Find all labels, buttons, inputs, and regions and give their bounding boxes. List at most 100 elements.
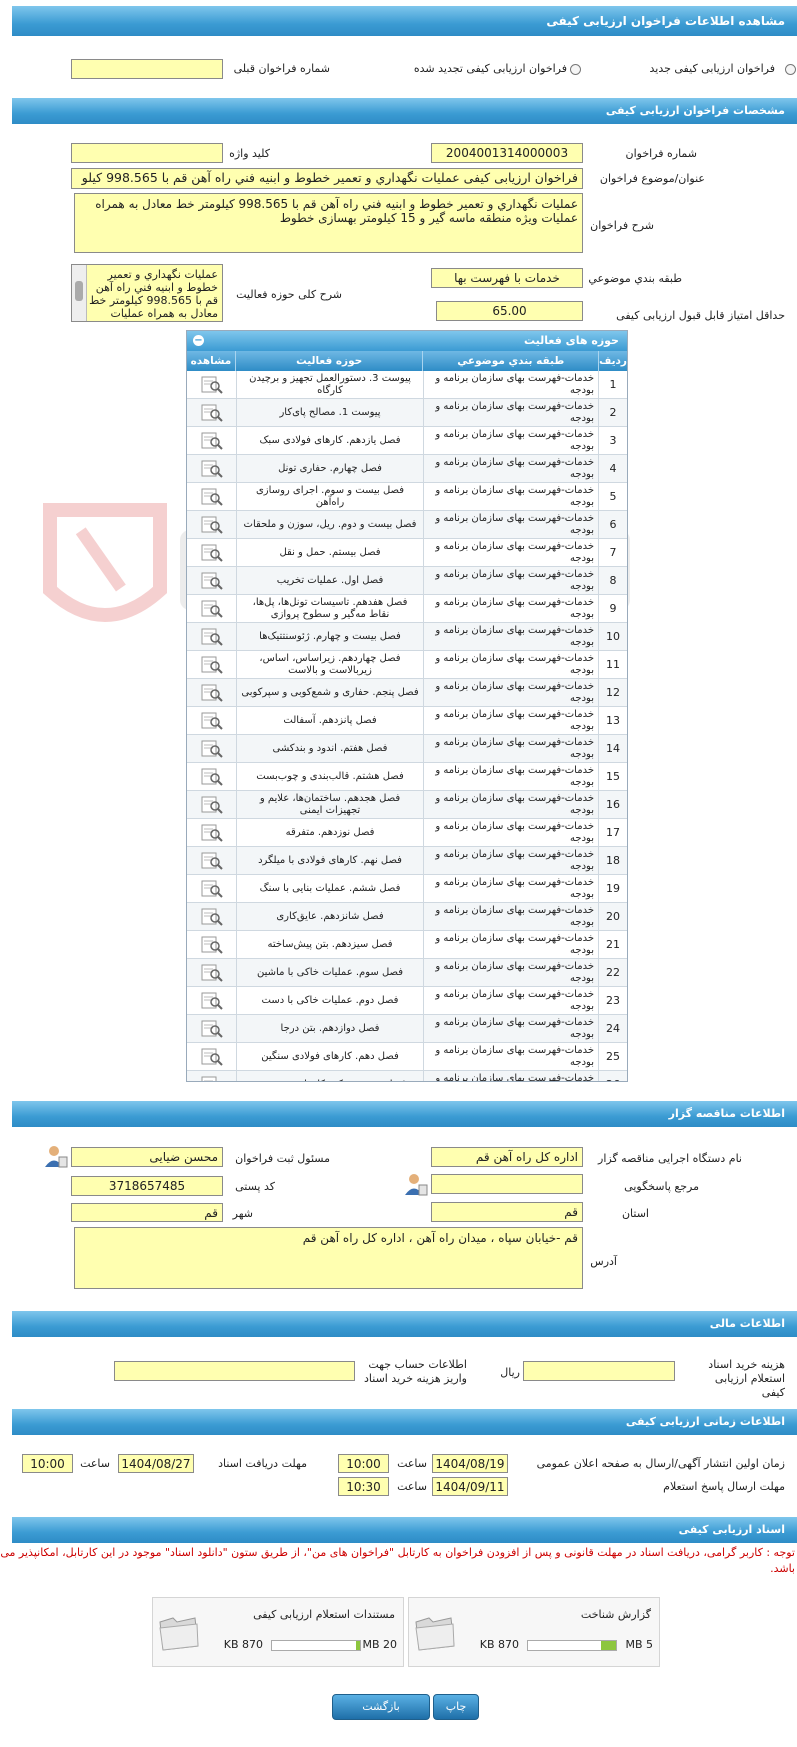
publish-date-field[interactable]: 1404/08/19 (432, 1454, 508, 1473)
view-magnifier-icon[interactable] (201, 376, 223, 394)
view-magnifier-icon[interactable] (201, 488, 223, 506)
view-magnifier-icon[interactable] (201, 796, 223, 814)
person-icon[interactable] (404, 1172, 428, 1196)
view-magnifier-icon[interactable] (201, 404, 223, 422)
view-magnifier-icon[interactable] (201, 768, 223, 786)
view-magnifier-icon[interactable] (201, 684, 223, 702)
view-cell (188, 623, 236, 650)
scope-field[interactable]: عملیات نگهداري و تعمير خطوط و ابنيه فني … (71, 264, 223, 322)
view-magnifier-icon[interactable] (201, 740, 223, 758)
file-card[interactable]: مستندات استعلام ارزیابی کیفی 20 MB 870 K… (152, 1597, 404, 1667)
org-field[interactable]: اداره کل راه آهن قم (431, 1147, 583, 1167)
responsible-label: مسئول ثبت فراخوان (235, 1152, 330, 1165)
file-size: 870 KB (479, 1638, 519, 1651)
responsible-field[interactable]: محسن ضیایی (71, 1147, 223, 1167)
category-label: طبقه بندي موضوعي (588, 272, 682, 285)
category-field[interactable]: خدمات با فهرست بها (431, 268, 583, 288)
row-number: 17 (598, 819, 627, 846)
prev-number-label: شماره فراخوان قبلی (233, 62, 330, 75)
row-number: 6 (598, 511, 627, 538)
table-row: 12 خدمات-فهرست بهای سازمان برنامه و بودجه… (187, 679, 627, 707)
table-row: 24 خدمات-فهرست بهای سازمان برنامه و بودجه… (187, 1015, 627, 1043)
view-cell (188, 455, 236, 482)
print-button[interactable]: چاپ (433, 1694, 479, 1720)
collapse-icon[interactable]: − (193, 335, 204, 346)
view-magnifier-icon[interactable] (201, 936, 223, 954)
province-field[interactable]: قم (431, 1202, 583, 1222)
row-number: 4 (598, 455, 627, 482)
description-field[interactable]: عملیات نگهداري و تعمير خطوط و ابنيه فني … (74, 193, 583, 253)
reference-field[interactable] (431, 1174, 583, 1194)
radio-renewed[interactable] (570, 64, 581, 75)
row-number: 24 (598, 1015, 627, 1042)
file-card[interactable]: گزارش شناخت 5 MB 870 KB (408, 1597, 660, 1667)
table-row: 13 خدمات-فهرست بهای سازمان برنامه و بودجه… (187, 707, 627, 735)
table-row: 6 خدمات-فهرست بهای سازمان برنامه و بودجه ف… (187, 511, 627, 539)
publish-label: زمان اولین انتشار آگهی/ارسال به صفحه اعل… (536, 1457, 785, 1470)
receive-date-field[interactable]: 1404/08/27 (118, 1454, 194, 1473)
row-number: 18 (598, 847, 627, 874)
table-row: 7 خدمات-فهرست بهای سازمان برنامه و بودجه ف… (187, 539, 627, 567)
view-magnifier-icon[interactable] (201, 544, 223, 562)
row-activity: فصل بیست و چهارم. ژئوسنتتیک‌ها (236, 623, 423, 650)
table-row: 17 خدمات-فهرست بهای سازمان برنامه و بودجه… (187, 819, 627, 847)
keyword-label: کلید واژه (229, 147, 270, 160)
view-cell (188, 371, 236, 398)
row-number: 21 (598, 931, 627, 958)
prev-number-field[interactable] (71, 59, 223, 79)
row-number: 12 (598, 679, 627, 706)
view-magnifier-icon[interactable] (201, 964, 223, 982)
activity-rows: 1 خدمات-فهرست بهای سازمان برنامه و بودجه پ… (187, 371, 627, 1083)
postal-field[interactable]: 3718657485 (71, 1176, 223, 1196)
row-number: 16 (598, 791, 627, 818)
row-activity: فصل پانزدهم. آسفالت (236, 707, 423, 734)
min-score-label: حداقل امتیاز قابل قبول ارزیابی کیفی (616, 309, 785, 322)
row-category: خدمات-فهرست بهای سازمان برنامه و بودجه (423, 819, 598, 846)
row-category: خدمات-فهرست بهای سازمان برنامه و بودجه (423, 1071, 598, 1081)
view-magnifier-icon[interactable] (201, 572, 223, 590)
subject-field[interactable]: فراخوان ارزیابی کیفی عملیات نگهداري و تع… (71, 168, 583, 189)
view-magnifier-icon[interactable] (201, 992, 223, 1010)
row-number: 11 (598, 651, 627, 678)
address-field[interactable]: قم -خیابان سپاه ، میدان راه آهن ، اداره … (74, 1227, 583, 1289)
city-field[interactable]: قم (71, 1203, 223, 1222)
publish-time-field[interactable]: 10:00 (338, 1454, 389, 1473)
row-number: 15 (598, 763, 627, 790)
min-score-field[interactable]: 65.00 (436, 301, 583, 321)
fee-field[interactable] (523, 1361, 675, 1381)
view-magnifier-icon[interactable] (201, 880, 223, 898)
view-magnifier-icon[interactable] (201, 908, 223, 926)
account-field[interactable] (114, 1361, 355, 1381)
view-magnifier-icon[interactable] (201, 516, 223, 534)
view-magnifier-icon[interactable] (201, 1020, 223, 1038)
view-magnifier-icon[interactable] (201, 712, 223, 730)
view-magnifier-icon[interactable] (201, 852, 223, 870)
view-magnifier-icon[interactable] (201, 600, 223, 618)
scope-scrollbar[interactable] (72, 265, 87, 321)
row-category: خدمات-فهرست بهای سازمان برنامه و بودجه (423, 875, 598, 902)
back-button[interactable]: بازگشت (332, 1694, 430, 1720)
view-magnifier-icon[interactable] (201, 656, 223, 674)
reply-time-field[interactable]: 10:30 (338, 1477, 389, 1496)
reply-date-field[interactable]: 1404/09/11 (432, 1477, 508, 1496)
row-number: 22 (598, 959, 627, 986)
view-magnifier-icon[interactable] (201, 628, 223, 646)
row-category: خدمات-فهرست بهای سازمان برنامه و بودجه (423, 623, 598, 650)
view-magnifier-icon[interactable] (201, 432, 223, 450)
documents-section-header: اسناد ارزیابی کیفی (12, 1517, 797, 1543)
number-field[interactable]: 2004001314000003 (431, 143, 583, 163)
view-cell (188, 791, 236, 818)
row-activity: فصل شانزدهم. عایق‌کاری (236, 903, 423, 930)
row-activity: فصل بیست و دوم. ریل، سوزن و ملحقات (236, 511, 423, 538)
view-magnifier-icon[interactable] (201, 824, 223, 842)
financial-section-header: اطلاعات مالی (12, 1311, 797, 1337)
col-row: رديف (598, 351, 627, 371)
view-magnifier-icon[interactable] (201, 1076, 223, 1083)
keyword-field[interactable] (71, 143, 223, 163)
view-magnifier-icon[interactable] (201, 460, 223, 478)
view-cell (188, 931, 236, 958)
receive-time-field[interactable]: 10:00 (22, 1454, 73, 1473)
radio-new[interactable] (785, 64, 796, 75)
person-icon[interactable] (44, 1144, 68, 1168)
view-magnifier-icon[interactable] (201, 1048, 223, 1066)
